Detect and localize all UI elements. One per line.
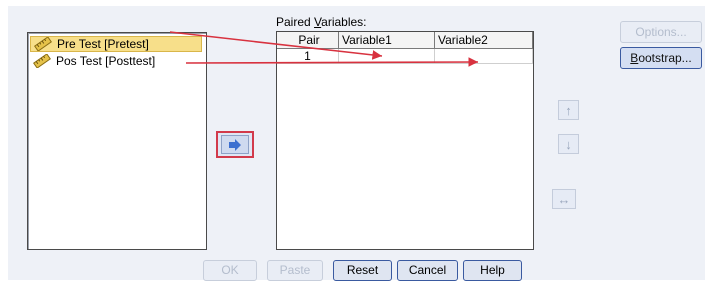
list-item-label: Pos Test [Posttest] — [56, 54, 156, 68]
swap-variables-button[interactable]: ↔ — [552, 189, 576, 209]
move-button-face — [221, 135, 249, 154]
paste-button[interactable]: Paste — [267, 260, 323, 281]
move-variable-button[interactable] — [216, 131, 254, 158]
up-arrow-icon: ↑ — [565, 102, 572, 118]
paired-variables-table[interactable]: Pair Variable1 Variable2 1 — [276, 31, 534, 250]
table-header: Pair Variable1 Variable2 — [277, 32, 533, 49]
pair-cell: 1 — [277, 49, 339, 63]
move-down-button[interactable]: ↓ — [558, 134, 579, 154]
column-header-variable1: Variable1 — [339, 32, 435, 48]
help-button[interactable]: Help — [463, 260, 522, 281]
swap-arrows-icon: ↔ — [557, 191, 571, 207]
down-arrow-icon: ↓ — [565, 136, 572, 152]
paired-samples-dialog: Pre Test [Pretest] Pos Test [Posttest] P — [8, 6, 705, 281]
source-variable-list[interactable]: Pre Test [Pretest] Pos Test [Posttest] — [27, 32, 207, 250]
ruler-scale-icon — [33, 54, 51, 68]
list-item-label: Pre Test [Pretest] — [57, 37, 149, 51]
ok-button[interactable]: OK — [203, 260, 257, 281]
bootstrap-button[interactable]: Bootstrap... — [620, 47, 702, 69]
list-item-pretest[interactable]: Pre Test [Pretest] — [30, 36, 202, 52]
reset-button[interactable]: Reset — [333, 260, 392, 281]
column-header-variable2: Variable2 — [435, 32, 533, 48]
ruler-scale-icon — [34, 37, 52, 51]
move-up-button[interactable]: ↑ — [558, 100, 579, 120]
right-arrow-icon — [229, 138, 241, 151]
options-button[interactable]: Options... — [620, 21, 702, 43]
column-header-pair: Pair — [277, 32, 339, 48]
table-row[interactable]: 1 — [277, 49, 533, 64]
paired-variables-label: Paired Variables: — [276, 15, 367, 29]
variable1-cell[interactable] — [339, 49, 435, 63]
cancel-button[interactable]: Cancel — [397, 260, 458, 281]
list-item-posttest[interactable]: Pos Test [Posttest] — [30, 53, 202, 69]
variable2-cell[interactable] — [435, 49, 533, 63]
